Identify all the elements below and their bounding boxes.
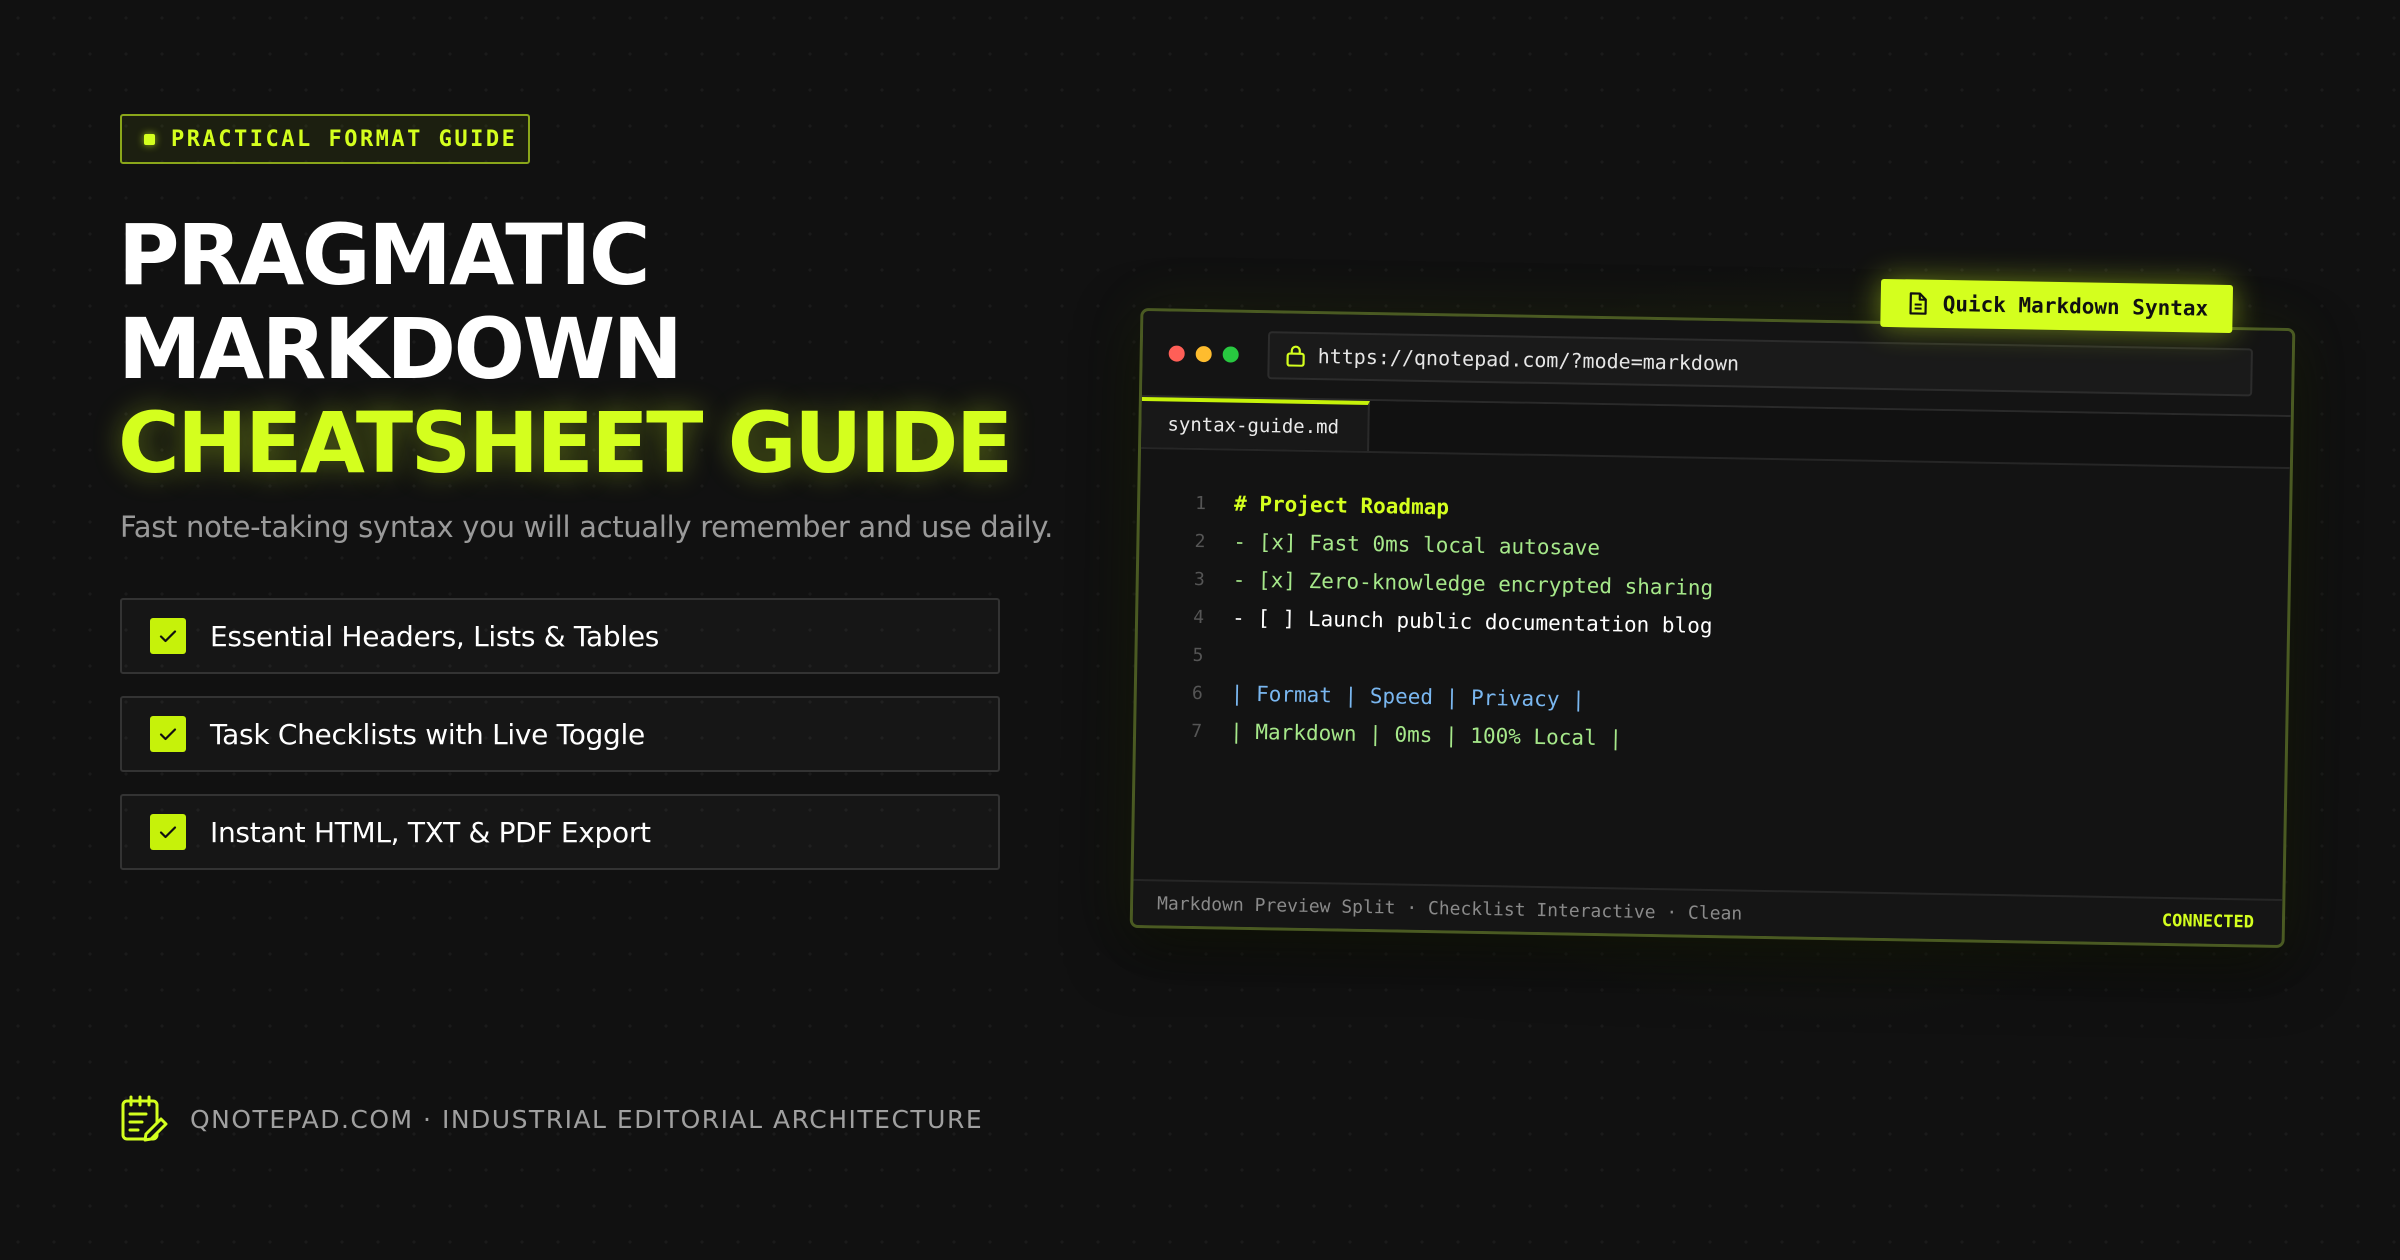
pill-label: Quick Markdown Syntax bbox=[1942, 291, 2209, 321]
status-left: Markdown Preview Split · Checklist Inter… bbox=[1156, 892, 1743, 925]
maximize-window-dot[interactable] bbox=[1222, 346, 1239, 363]
category-badge: PRACTICAL FORMAT GUIDE bbox=[120, 114, 530, 164]
line-number: 3 bbox=[1193, 568, 1205, 590]
line-number: 4 bbox=[1193, 606, 1205, 628]
feature-item: Essential Headers, Lists & Tables bbox=[120, 598, 1000, 674]
headline-line-1: PRAGMATIC bbox=[118, 206, 650, 304]
badge-dot bbox=[144, 133, 155, 145]
line-number: 6 bbox=[1191, 682, 1203, 704]
feature-list: Essential Headers, Lists & Tables Task C… bbox=[120, 598, 1000, 892]
line-number: 1 bbox=[1195, 492, 1207, 514]
line-text: | Format | Speed | Privacy | bbox=[1230, 681, 1585, 712]
feature-label: Task Checklists with Live Toggle bbox=[210, 717, 645, 751]
editor-statusbar: Markdown Preview Split · Checklist Inter… bbox=[1132, 878, 2283, 945]
connection-status: CONNECTED bbox=[2161, 910, 2255, 933]
notepad-pen-icon bbox=[120, 1094, 168, 1144]
badge-label: PRACTICAL FORMAT GUIDE bbox=[171, 126, 518, 152]
line-number: 5 bbox=[1192, 644, 1204, 666]
minimize-window-dot[interactable] bbox=[1195, 345, 1212, 363]
line-text: # Project Roadmap bbox=[1233, 491, 1450, 520]
url-text: https://qnotepad.com/?mode=markdown bbox=[1317, 344, 1740, 376]
line-number: 7 bbox=[1191, 720, 1203, 742]
footer: QNOTEPAD.COM · INDUSTRIAL EDITORIAL ARCH… bbox=[120, 1094, 983, 1144]
feature-item: Instant HTML, TXT & PDF Export bbox=[120, 794, 1000, 870]
feature-label: Essential Headers, Lists & Tables bbox=[210, 619, 660, 653]
close-window-dot[interactable] bbox=[1168, 345, 1185, 362]
feature-label: Instant HTML, TXT & PDF Export bbox=[210, 815, 651, 849]
document-icon bbox=[1906, 291, 1928, 315]
lock-icon bbox=[1285, 345, 1305, 367]
checkmark-icon bbox=[150, 716, 186, 752]
checkmark-icon bbox=[150, 618, 186, 654]
subtitle: Fast note-taking syntax you will actuall… bbox=[120, 510, 1054, 544]
headline-line-2: MARKDOWN bbox=[118, 300, 683, 398]
feature-item: Task Checklists with Live Toggle bbox=[120, 696, 1000, 772]
editor-window: https://qnotepad.com/?mode=markdown synt… bbox=[1129, 307, 2296, 949]
editor-mockup: https://qnotepad.com/?mode=markdown synt… bbox=[1129, 278, 2296, 949]
line-number: 2 bbox=[1194, 530, 1206, 552]
line-text: - [x] Fast 0ms local autosave bbox=[1233, 529, 1601, 561]
footer-text: QNOTEPAD.COM · INDUSTRIAL EDITORIAL ARCH… bbox=[190, 1104, 984, 1134]
headline-line-3: CHEATSHEET GUIDE bbox=[118, 394, 1013, 492]
line-text: | Markdown | 0ms | 100% Local | bbox=[1229, 719, 1623, 751]
address-bar[interactable]: https://qnotepad.com/?mode=markdown bbox=[1267, 331, 2253, 397]
headline: PRAGMATIC MARKDOWN CHEATSHEET GUIDE bbox=[118, 206, 1013, 492]
quick-syntax-pill: Quick Markdown Syntax bbox=[1880, 278, 2233, 334]
checkmark-icon bbox=[150, 814, 186, 850]
code-area[interactable]: 1 # Project Roadmap 2 - [x] Fast 0ms loc… bbox=[1136, 449, 2290, 769]
tab-syntax-guide[interactable]: syntax-guide.md bbox=[1141, 397, 1370, 451]
line-text: - [x] Zero-knowledge encrypted sharing bbox=[1232, 567, 1714, 601]
line-text: - [ ] Launch public documentation blog bbox=[1231, 605, 1713, 638]
